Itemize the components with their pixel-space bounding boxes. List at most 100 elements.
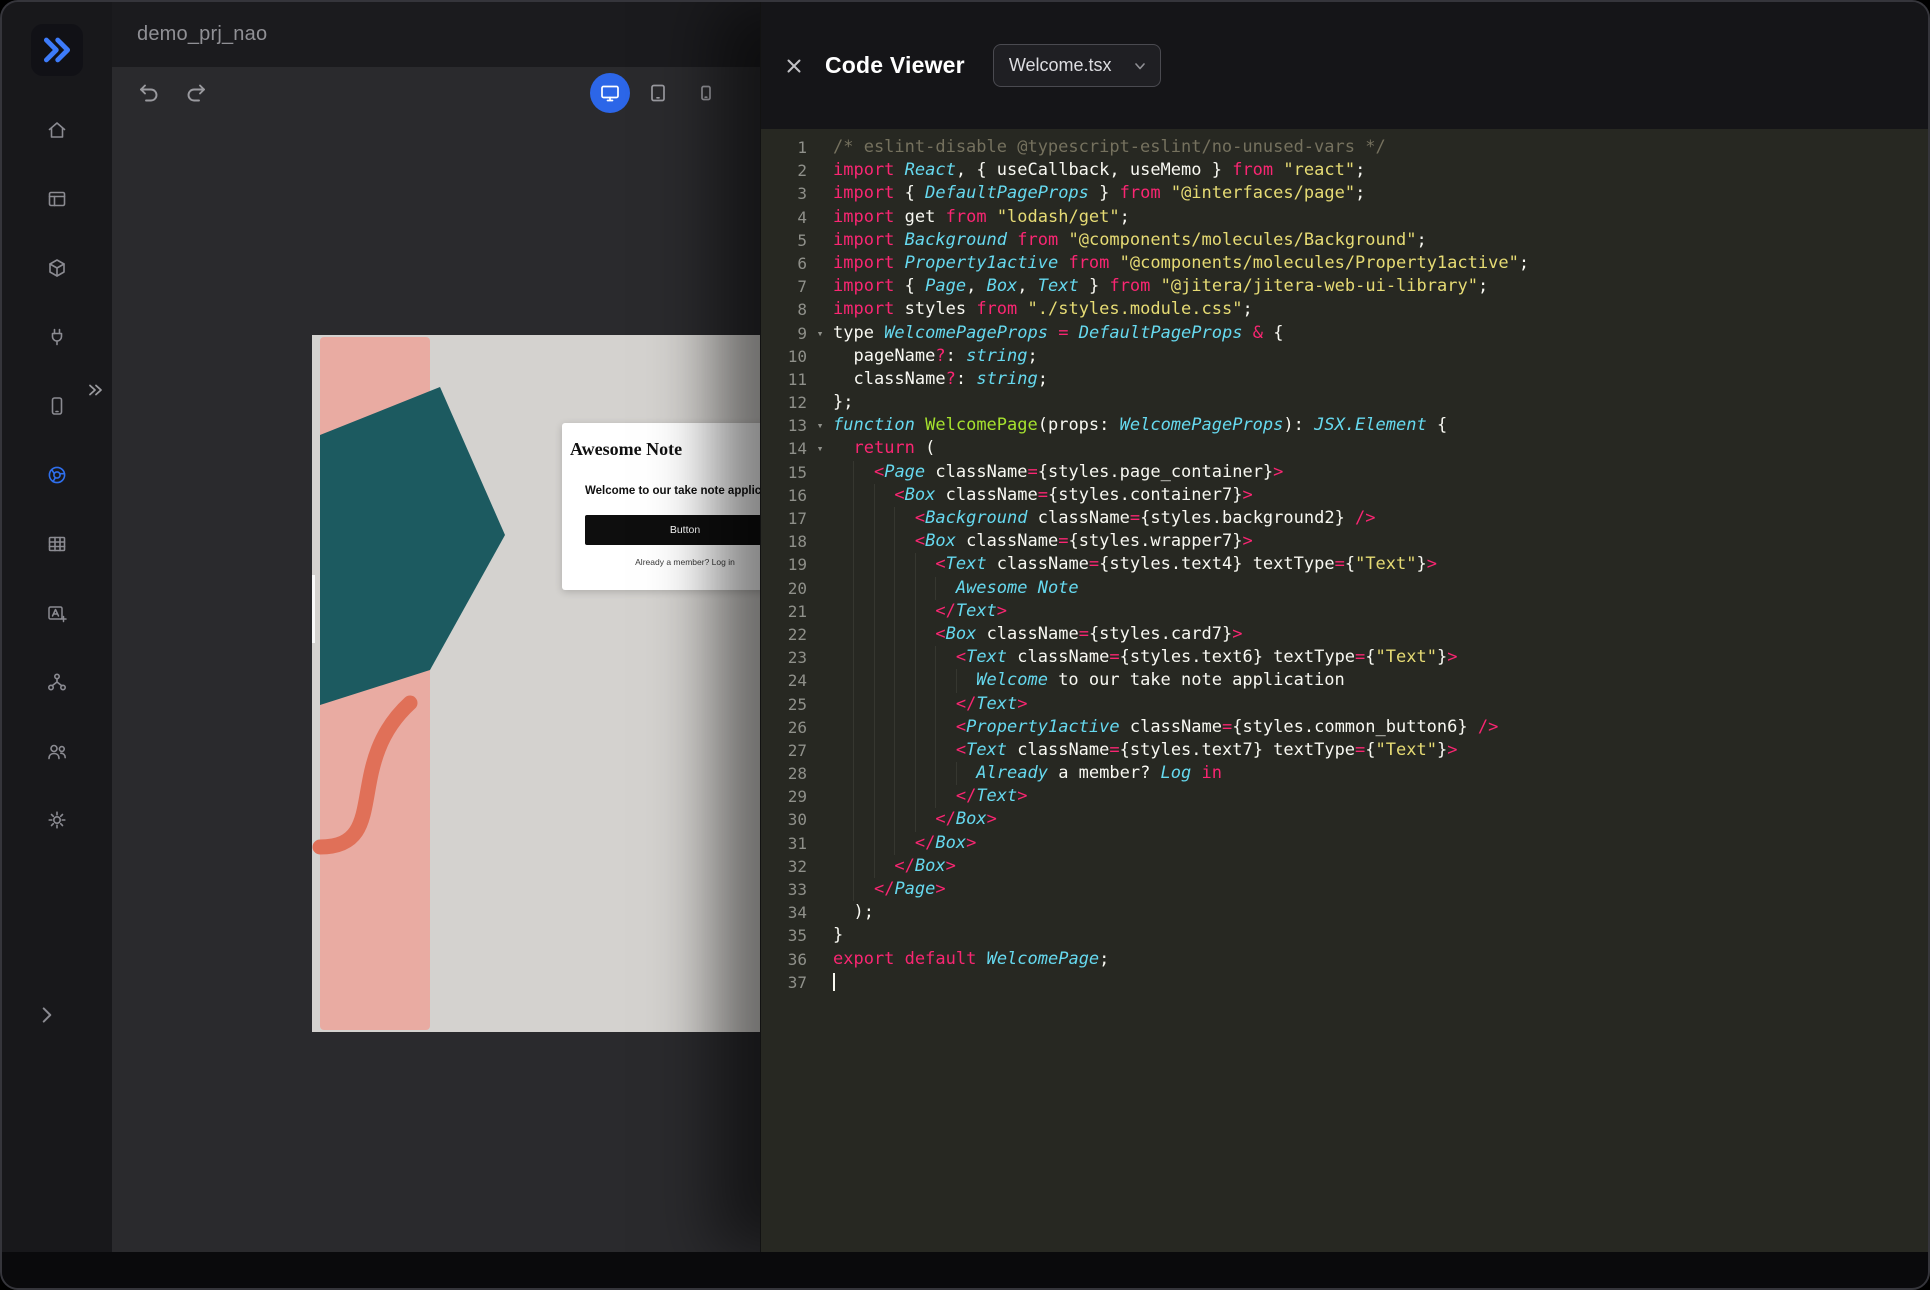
code-line[interactable]: 15 <Page className={styles.page_containe… [761,461,1928,484]
fold-gutter [807,182,833,205]
line-number: 6 [761,252,807,275]
sidebar-item-workflow[interactable] [35,660,79,704]
line-number: 8 [761,298,807,321]
tablet-icon [647,82,669,104]
code-line[interactable]: 33 </Page> [761,878,1928,901]
code-line[interactable]: 9▾type WelcomePageProps = DefaultPagePro… [761,322,1928,345]
line-number: 31 [761,832,807,855]
code-line[interactable]: 19 <Text className={styles.text4} textTy… [761,553,1928,576]
code-line[interactable]: 14▾ return ( [761,437,1928,460]
line-number: 29 [761,785,807,808]
code-line[interactable]: 12}; [761,391,1928,414]
line-number: 22 [761,623,807,646]
code-text: Welcome to our take note application [833,669,1928,692]
code-text: import Background from "@components/mole… [833,229,1928,252]
code-line[interactable]: 22 <Box className={styles.card7}> [761,623,1928,646]
code-line[interactable]: 28 Already a member? Log in [761,762,1928,785]
code-line[interactable]: 30 </Box> [761,808,1928,831]
code-text: </Box> [833,832,1928,855]
code-line[interactable]: 18 <Box className={styles.wrapper7}> [761,530,1928,553]
code-line[interactable]: 20 Awesome Note [761,577,1928,600]
sidebar-item-components[interactable] [35,246,79,290]
device-tablet-button[interactable] [638,73,678,113]
device-desktop-button[interactable] [590,73,630,113]
close-icon [783,55,805,77]
code-line[interactable]: 10 pageName?: string; [761,345,1928,368]
fold-gutter [807,878,833,901]
code-line[interactable]: 32 </Box> [761,855,1928,878]
code-line[interactable]: 6import Property1active from "@component… [761,252,1928,275]
code-text: return ( [833,437,1928,460]
code-line[interactable]: 36 export default WelcomePage; [761,948,1928,971]
line-number: 1 [761,136,807,159]
code-line[interactable]: 29 </Text> [761,785,1928,808]
code-line[interactable]: 7import { Page, Box, Text } from "@jiter… [761,275,1928,298]
app-logo[interactable] [31,24,83,76]
code-text: Awesome Note [833,577,1928,600]
sidebar-expand-button[interactable] [33,1001,61,1029]
fold-gutter [807,298,833,321]
code-line[interactable]: 11 className?: string; [761,368,1928,391]
sidebar-item-form-input[interactable] [35,591,79,635]
line-number: 36 [761,948,807,971]
fold-toggle-icon[interactable]: ▾ [807,414,833,437]
code-line[interactable]: 26 <Property1active className={styles.co… [761,716,1928,739]
code-editor[interactable]: 1/* eslint-disable @typescript-eslint/no… [761,129,1928,1252]
redo-button[interactable] [182,80,210,108]
code-text: </Box> [833,855,1928,878]
close-button[interactable] [779,51,809,81]
sidebar-collapse-handle[interactable] [86,380,106,403]
code-text: <Text className={styles.text6} textType=… [833,646,1928,669]
code-text: </Box> [833,808,1928,831]
code-text: className?: string; [833,368,1928,391]
code-line[interactable]: 31 </Box> [761,832,1928,855]
preview-button[interactable]: Button [585,515,785,545]
preview-footer-text: Already a member? Log in [585,557,785,567]
fold-gutter [807,461,833,484]
sidebar-item-settings[interactable] [35,798,79,842]
app-window: demo_prj_nao [0,0,1930,1290]
code-line[interactable]: 17 <Background className={styles.backgro… [761,507,1928,530]
code-line[interactable]: 25 </Text> [761,693,1928,716]
chevron-right-icon [35,1003,59,1027]
code-line[interactable]: 8import styles from "./styles.module.css… [761,298,1928,321]
code-text: export default WelcomePage; [833,948,1928,971]
code-text: pageName?: string; [833,345,1928,368]
undo-button[interactable] [135,80,163,108]
code-line[interactable]: 2import React, { useCallback, useMemo } … [761,159,1928,182]
code-line[interactable]: 1/* eslint-disable @typescript-eslint/no… [761,136,1928,159]
code-line[interactable]: 4import get from "lodash/get"; [761,206,1928,229]
sidebar-item-browser-preview[interactable] [35,453,79,497]
code-line[interactable]: 34 ); [761,901,1928,924]
fold-gutter [807,971,833,994]
code-line[interactable]: 27 <Text className={styles.text7} textTy… [761,739,1928,762]
sidebar-item-api[interactable] [35,315,79,359]
redo-icon [183,80,209,106]
sidebar-item-mobile-preview[interactable] [35,384,79,428]
fold-gutter [807,391,833,414]
code-line[interactable]: 35} [761,924,1928,947]
line-number: 16 [761,484,807,507]
cube-icon [46,257,68,279]
code-line[interactable]: 16 <Box className={styles.container7}> [761,484,1928,507]
code-line[interactable]: 37 [761,971,1928,994]
sidebar-item-pages[interactable] [35,177,79,221]
sidebar-item-members[interactable] [35,729,79,773]
code-line[interactable]: 23 <Text className={styles.text6} textTy… [761,646,1928,669]
line-number: 19 [761,553,807,576]
preview-scrollbar-thumb[interactable] [312,575,315,643]
code-line[interactable]: 3import { DefaultPageProps } from "@inte… [761,182,1928,205]
code-line[interactable]: 13▾function WelcomePage(props: WelcomePa… [761,414,1928,437]
sidebar-item-home[interactable] [35,108,79,152]
chevron-down-icon [1132,58,1148,74]
fold-toggle-icon[interactable]: ▾ [807,322,833,345]
fold-toggle-icon[interactable]: ▾ [807,437,833,460]
file-select-dropdown[interactable]: Welcome.tsx [993,44,1161,87]
code-line[interactable]: 5import Background from "@components/mol… [761,229,1928,252]
device-mobile-button[interactable] [686,73,726,113]
table-grid-icon [46,533,68,555]
welcome-card: Awesome Note Welcome to our take note ap… [562,423,792,590]
sidebar-item-database[interactable] [35,522,79,566]
code-line[interactable]: 24 Welcome to our take note application [761,669,1928,692]
code-line[interactable]: 21 </Text> [761,600,1928,623]
